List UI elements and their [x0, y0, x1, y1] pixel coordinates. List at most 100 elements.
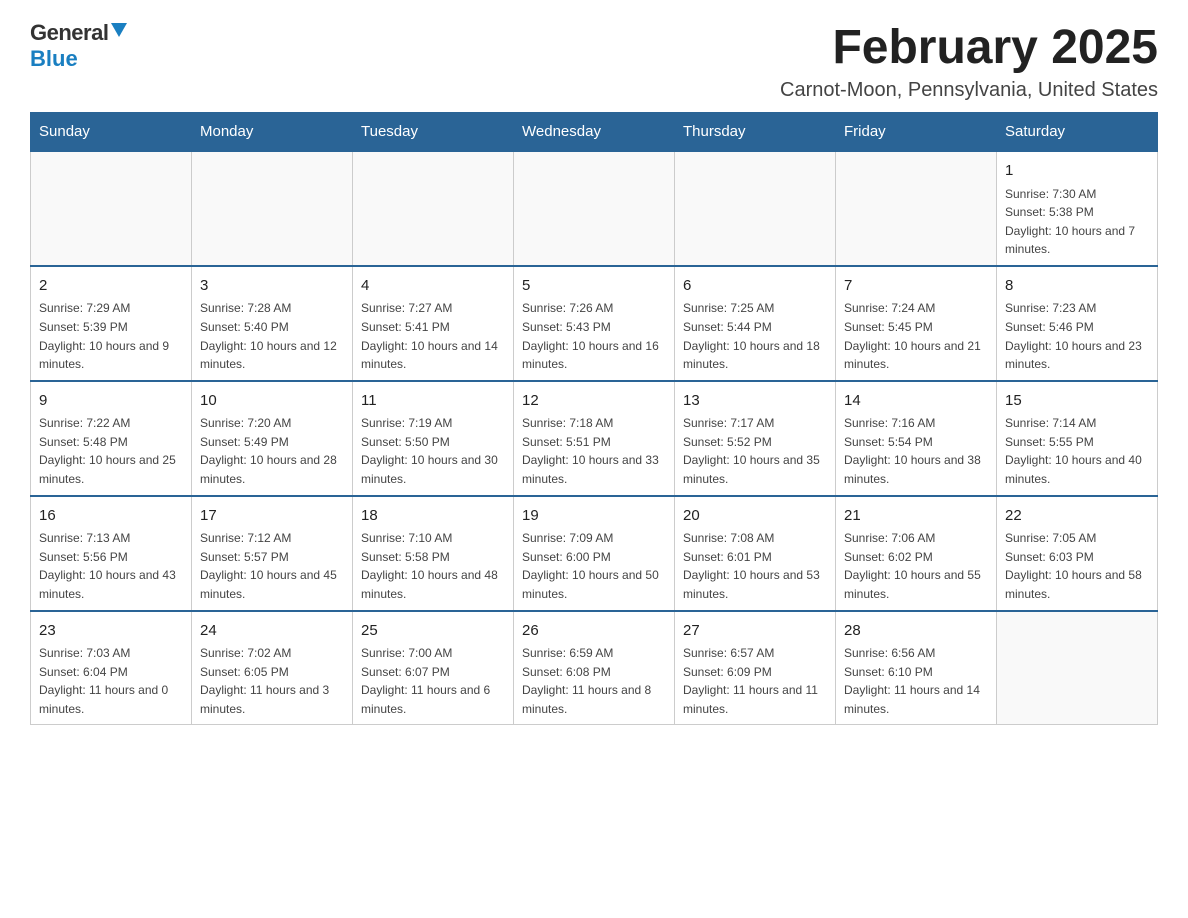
- calendar-cell: 21Sunrise: 7:06 AMSunset: 6:02 PMDayligh…: [836, 496, 997, 611]
- logo-blue-text: Blue: [30, 46, 78, 71]
- day-info: Sunrise: 7:02 AMSunset: 6:05 PMDaylight:…: [200, 644, 344, 718]
- calendar-cell: 12Sunrise: 7:18 AMSunset: 5:51 PMDayligh…: [514, 381, 675, 496]
- calendar-cell: [514, 151, 675, 266]
- day-number: 22: [1005, 505, 1149, 528]
- day-info: Sunrise: 7:26 AMSunset: 5:43 PMDaylight:…: [522, 299, 666, 373]
- day-info: Sunrise: 7:17 AMSunset: 5:52 PMDaylight:…: [683, 414, 827, 488]
- day-info: Sunrise: 6:59 AMSunset: 6:08 PMDaylight:…: [522, 644, 666, 718]
- calendar-cell: 14Sunrise: 7:16 AMSunset: 5:54 PMDayligh…: [836, 381, 997, 496]
- calendar-cell: 27Sunrise: 6:57 AMSunset: 6:09 PMDayligh…: [675, 611, 836, 725]
- day-number: 21: [844, 505, 988, 528]
- day-info: Sunrise: 7:23 AMSunset: 5:46 PMDaylight:…: [1005, 299, 1149, 373]
- day-info: Sunrise: 7:30 AMSunset: 5:38 PMDaylight:…: [1005, 185, 1149, 259]
- day-number: 28: [844, 620, 988, 643]
- weekday-header-wednesday: Wednesday: [514, 113, 675, 152]
- calendar-cell: 19Sunrise: 7:09 AMSunset: 6:00 PMDayligh…: [514, 496, 675, 611]
- calendar-cell: [997, 611, 1158, 725]
- weekday-header-saturday: Saturday: [997, 113, 1158, 152]
- calendar-cell: 23Sunrise: 7:03 AMSunset: 6:04 PMDayligh…: [31, 611, 192, 725]
- day-info: Sunrise: 7:27 AMSunset: 5:41 PMDaylight:…: [361, 299, 505, 373]
- page-header: General Blue February 2025 Carnot-Moon, …: [30, 20, 1158, 102]
- calendar-cell: 7Sunrise: 7:24 AMSunset: 5:45 PMDaylight…: [836, 266, 997, 381]
- calendar-week-5: 23Sunrise: 7:03 AMSunset: 6:04 PMDayligh…: [31, 611, 1158, 725]
- day-info: Sunrise: 7:08 AMSunset: 6:01 PMDaylight:…: [683, 529, 827, 603]
- day-number: 17: [200, 505, 344, 528]
- day-number: 14: [844, 390, 988, 413]
- day-number: 25: [361, 620, 505, 643]
- logo-triangle-icon: [111, 23, 127, 44]
- calendar-cell: 17Sunrise: 7:12 AMSunset: 5:57 PMDayligh…: [192, 496, 353, 611]
- calendar-cell: 13Sunrise: 7:17 AMSunset: 5:52 PMDayligh…: [675, 381, 836, 496]
- calendar-cell: 25Sunrise: 7:00 AMSunset: 6:07 PMDayligh…: [353, 611, 514, 725]
- day-info: Sunrise: 7:28 AMSunset: 5:40 PMDaylight:…: [200, 299, 344, 373]
- day-info: Sunrise: 7:00 AMSunset: 6:07 PMDaylight:…: [361, 644, 505, 718]
- calendar-cell: 15Sunrise: 7:14 AMSunset: 5:55 PMDayligh…: [997, 381, 1158, 496]
- day-info: Sunrise: 7:10 AMSunset: 5:58 PMDaylight:…: [361, 529, 505, 603]
- weekday-header-monday: Monday: [192, 113, 353, 152]
- calendar-table: SundayMondayTuesdayWednesdayThursdayFrid…: [30, 112, 1158, 725]
- day-number: 10: [200, 390, 344, 413]
- day-number: 9: [39, 390, 183, 413]
- calendar-cell: 1Sunrise: 7:30 AMSunset: 5:38 PMDaylight…: [997, 151, 1158, 266]
- calendar-cell: 10Sunrise: 7:20 AMSunset: 5:49 PMDayligh…: [192, 381, 353, 496]
- calendar-cell: 3Sunrise: 7:28 AMSunset: 5:40 PMDaylight…: [192, 266, 353, 381]
- title-block: February 2025 Carnot-Moon, Pennsylvania,…: [780, 20, 1158, 102]
- day-info: Sunrise: 7:29 AMSunset: 5:39 PMDaylight:…: [39, 299, 183, 373]
- day-info: Sunrise: 7:18 AMSunset: 5:51 PMDaylight:…: [522, 414, 666, 488]
- day-info: Sunrise: 7:03 AMSunset: 6:04 PMDaylight:…: [39, 644, 183, 718]
- calendar-cell: [836, 151, 997, 266]
- location-subtitle: Carnot-Moon, Pennsylvania, United States: [780, 79, 1158, 102]
- day-number: 23: [39, 620, 183, 643]
- day-info: Sunrise: 6:57 AMSunset: 6:09 PMDaylight:…: [683, 644, 827, 718]
- day-number: 1: [1005, 160, 1149, 183]
- calendar-week-4: 16Sunrise: 7:13 AMSunset: 5:56 PMDayligh…: [31, 496, 1158, 611]
- day-number: 13: [683, 390, 827, 413]
- calendar-cell: 20Sunrise: 7:08 AMSunset: 6:01 PMDayligh…: [675, 496, 836, 611]
- calendar-cell: 9Sunrise: 7:22 AMSunset: 5:48 PMDaylight…: [31, 381, 192, 496]
- calendar-header: SundayMondayTuesdayWednesdayThursdayFrid…: [31, 113, 1158, 152]
- month-year-title: February 2025: [780, 20, 1158, 75]
- day-number: 11: [361, 390, 505, 413]
- day-info: Sunrise: 7:14 AMSunset: 5:55 PMDaylight:…: [1005, 414, 1149, 488]
- calendar-cell: [192, 151, 353, 266]
- calendar-cell: 18Sunrise: 7:10 AMSunset: 5:58 PMDayligh…: [353, 496, 514, 611]
- day-number: 16: [39, 505, 183, 528]
- calendar-week-2: 2Sunrise: 7:29 AMSunset: 5:39 PMDaylight…: [31, 266, 1158, 381]
- day-number: 18: [361, 505, 505, 528]
- day-number: 20: [683, 505, 827, 528]
- day-number: 24: [200, 620, 344, 643]
- calendar-cell: 22Sunrise: 7:05 AMSunset: 6:03 PMDayligh…: [997, 496, 1158, 611]
- calendar-cell: [31, 151, 192, 266]
- calendar-cell: 26Sunrise: 6:59 AMSunset: 6:08 PMDayligh…: [514, 611, 675, 725]
- day-info: Sunrise: 7:16 AMSunset: 5:54 PMDaylight:…: [844, 414, 988, 488]
- day-info: Sunrise: 7:12 AMSunset: 5:57 PMDaylight:…: [200, 529, 344, 603]
- calendar-cell: 6Sunrise: 7:25 AMSunset: 5:44 PMDaylight…: [675, 266, 836, 381]
- day-number: 7: [844, 275, 988, 298]
- day-info: Sunrise: 7:06 AMSunset: 6:02 PMDaylight:…: [844, 529, 988, 603]
- day-number: 3: [200, 275, 344, 298]
- day-info: Sunrise: 6:56 AMSunset: 6:10 PMDaylight:…: [844, 644, 988, 718]
- calendar-cell: 16Sunrise: 7:13 AMSunset: 5:56 PMDayligh…: [31, 496, 192, 611]
- day-number: 15: [1005, 390, 1149, 413]
- day-info: Sunrise: 7:20 AMSunset: 5:49 PMDaylight:…: [200, 414, 344, 488]
- weekday-header-tuesday: Tuesday: [353, 113, 514, 152]
- day-number: 12: [522, 390, 666, 413]
- calendar-cell: 2Sunrise: 7:29 AMSunset: 5:39 PMDaylight…: [31, 266, 192, 381]
- weekday-header-friday: Friday: [836, 113, 997, 152]
- calendar-cell: [353, 151, 514, 266]
- logo: General Blue: [30, 20, 127, 72]
- calendar-cell: [675, 151, 836, 266]
- calendar-cell: 8Sunrise: 7:23 AMSunset: 5:46 PMDaylight…: [997, 266, 1158, 381]
- day-number: 27: [683, 620, 827, 643]
- day-info: Sunrise: 7:13 AMSunset: 5:56 PMDaylight:…: [39, 529, 183, 603]
- day-number: 19: [522, 505, 666, 528]
- day-number: 4: [361, 275, 505, 298]
- day-info: Sunrise: 7:22 AMSunset: 5:48 PMDaylight:…: [39, 414, 183, 488]
- weekday-header-thursday: Thursday: [675, 113, 836, 152]
- day-number: 8: [1005, 275, 1149, 298]
- calendar-cell: 11Sunrise: 7:19 AMSunset: 5:50 PMDayligh…: [353, 381, 514, 496]
- day-info: Sunrise: 7:24 AMSunset: 5:45 PMDaylight:…: [844, 299, 988, 373]
- calendar-cell: 4Sunrise: 7:27 AMSunset: 5:41 PMDaylight…: [353, 266, 514, 381]
- day-number: 2: [39, 275, 183, 298]
- day-number: 5: [522, 275, 666, 298]
